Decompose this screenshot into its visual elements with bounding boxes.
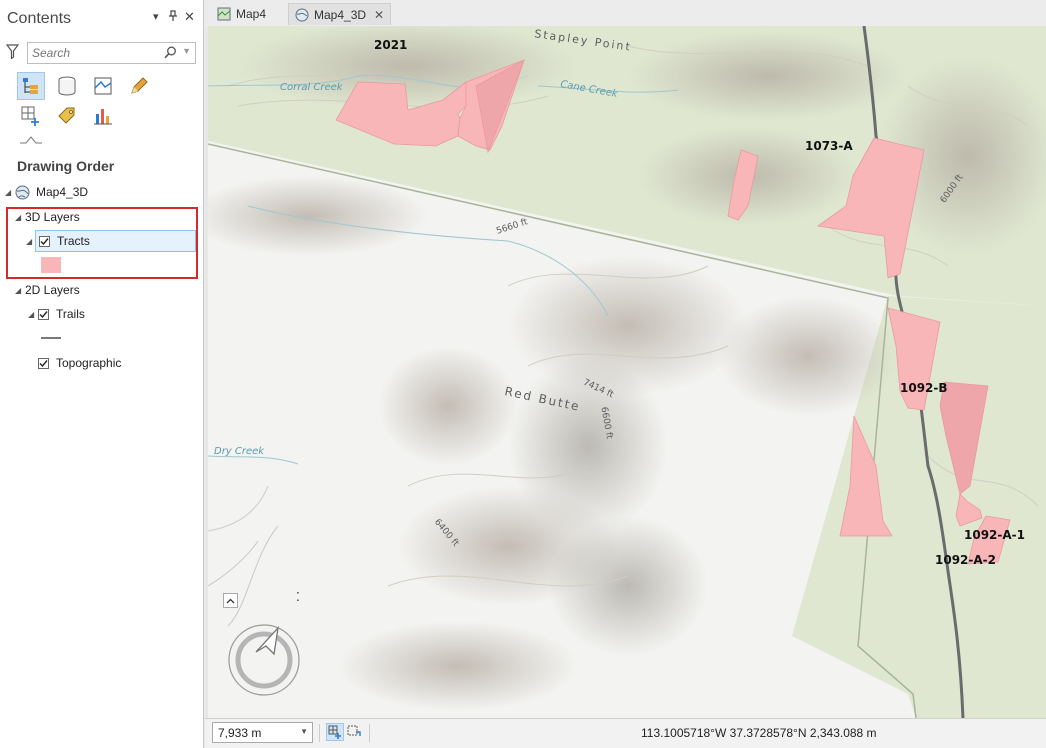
view-tab-bar: Map4 Map4_3D ✕ (205, 0, 1046, 26)
map-icon (217, 7, 231, 21)
expand-triangle-icon[interactable]: ◢ (28, 310, 38, 319)
pane-title: Contents (7, 10, 72, 27)
topographic-visibility-checkbox[interactable] (38, 357, 49, 369)
expand-navigator-button[interactable] (223, 593, 238, 608)
filter-icon[interactable] (5, 44, 20, 62)
drawing-order-icon (23, 78, 38, 94)
list-charts-button[interactable] (89, 102, 117, 130)
basemap-graphic: ⁚ (208, 26, 1046, 718)
close-tab-icon[interactable]: ✕ (374, 8, 384, 22)
tract-label: 1092-A-1 (964, 528, 1025, 542)
scale-selector[interactable]: 7,933 m ▼ (212, 722, 313, 743)
contents-pane: Contents ▾ ✕ ▼ (0, 0, 204, 748)
trails-layer-label: Trails (56, 307, 85, 321)
map-name-label: Map4_3D (36, 185, 89, 199)
search-field[interactable]: ▼ (27, 42, 196, 64)
divider (369, 724, 370, 742)
map-view-3d[interactable]: ⁚ 2021 1073-A 1092-B 1092-A-1 1092-A-2 S… (208, 26, 1046, 718)
trails-symbol-line[interactable] (41, 337, 61, 339)
selection-map-icon (94, 77, 112, 95)
pause-drawing-button[interactable] (346, 723, 364, 741)
topographic-layer-label: Topographic (56, 356, 122, 370)
chevron-down-icon[interactable]: ▼ (300, 727, 308, 736)
coordinate-readout: 113.1005718°W 37.3728578°N 2,343.088 m (641, 726, 877, 740)
place-label: Dry Creek (214, 446, 265, 457)
expand-triangle-icon[interactable]: ◢ (15, 286, 25, 295)
tab-map4[interactable]: Map4 (211, 3, 272, 25)
close-pane-icon[interactable]: ✕ (184, 9, 195, 25)
snapping-toggle-button[interactable] (326, 723, 344, 741)
tract-label: 1092-B (900, 381, 948, 395)
divider (319, 724, 320, 742)
pencil-icon (131, 77, 148, 94)
search-input[interactable] (32, 44, 152, 62)
highlight-annotation-box (6, 207, 198, 279)
tree-row-trails[interactable]: ◢ Trails (28, 303, 85, 325)
trails-visibility-checkbox[interactable] (38, 308, 49, 320)
snapping-grid-icon (328, 725, 341, 739)
checkmark-icon (39, 359, 48, 367)
active-view-indicator-icon (20, 136, 42, 144)
tree-row-2d-layers[interactable]: ◢ 2D Layers (15, 279, 80, 301)
list-by-snapping-button[interactable] (17, 102, 45, 130)
pane-menu-icon[interactable]: ▾ (153, 10, 159, 23)
list-by-labeling-button[interactable] (53, 102, 81, 130)
tract-label: 1073-A (805, 139, 853, 153)
label-tag-icon (58, 107, 75, 124)
expand-triangle-icon[interactable]: ◢ (5, 188, 15, 197)
chevron-up-icon (226, 598, 235, 603)
tree-row-topographic[interactable]: Topographic (38, 352, 121, 374)
list-by-editing-button[interactable] (125, 72, 153, 100)
tree-row-map[interactable]: ◢ Map4_3D (5, 181, 88, 203)
search-icon[interactable] (164, 46, 177, 62)
snapping-grid-icon (21, 106, 39, 126)
tab-label: Map4 (236, 7, 267, 21)
database-icon (58, 76, 76, 96)
layers-2d-label: 2D Layers (25, 283, 80, 297)
chevron-down-icon[interactable]: ▼ (182, 46, 191, 56)
refresh-grid-icon (347, 725, 361, 736)
place-label: Corral Creek (280, 82, 343, 93)
svg-text:⁚: ⁚ (296, 590, 300, 604)
tab-label: Map4_3D (314, 7, 367, 22)
map-status-bar: 7,933 m ▼ 113.1005718°W 37.3728578°N 2,3… (205, 718, 1046, 748)
list-by-selection-button[interactable] (89, 72, 117, 100)
checkmark-icon (39, 310, 48, 318)
tract-label: 1092-A-2 (935, 553, 996, 567)
drawing-order-heading: Drawing Order (17, 158, 115, 174)
scale-value: 7,933 m (218, 725, 262, 740)
globe-icon (295, 8, 309, 22)
tab-map4-3d[interactable]: Map4_3D ✕ (288, 3, 392, 25)
pin-icon[interactable] (169, 10, 177, 24)
bar-chart-icon (94, 109, 112, 125)
globe-icon (15, 185, 30, 199)
list-by-drawing-order-button[interactable] (17, 72, 45, 100)
tract-label: 2021 (374, 38, 408, 52)
list-by-data-source-button[interactable] (53, 72, 81, 100)
